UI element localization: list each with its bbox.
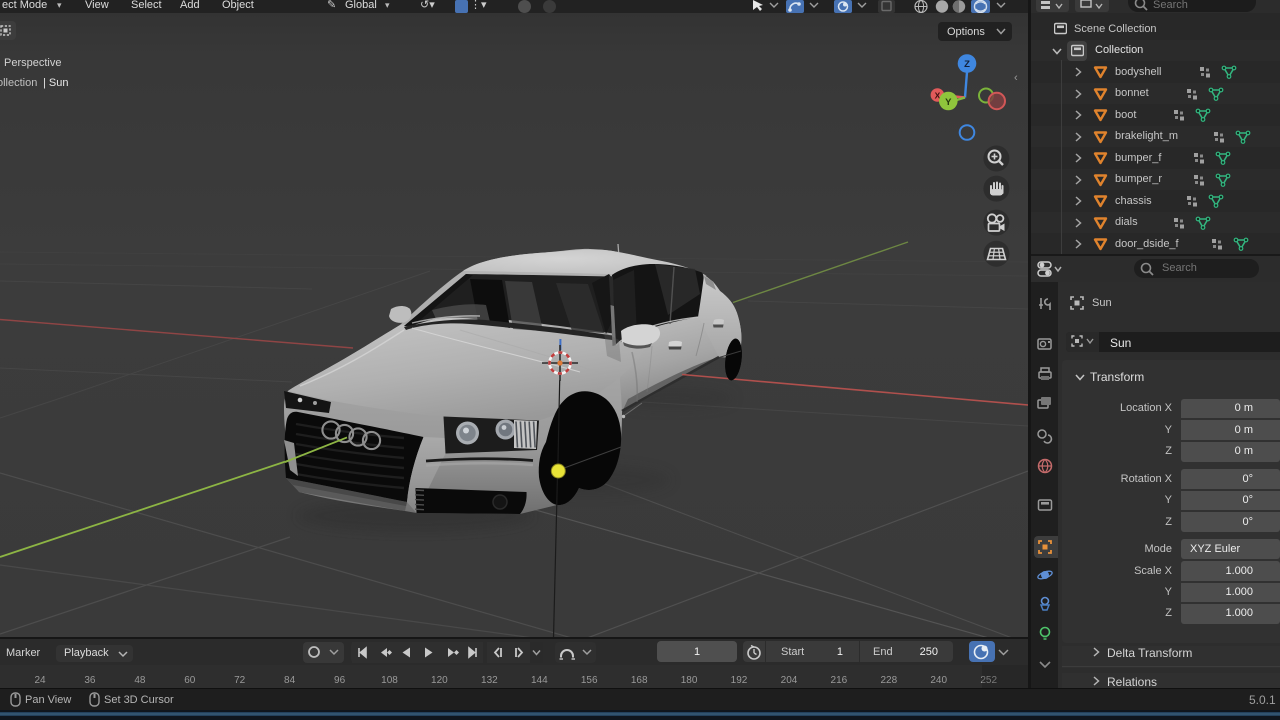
svg-text:Options: Options [947,26,985,38]
svg-text:‹: ‹ [1014,72,1018,84]
svg-text:Y: Y [945,97,952,108]
svg-text:| Sun: | Sun [43,77,69,89]
svg-text:ollection: ollection [0,77,37,89]
svg-text:Z: Z [964,59,970,70]
svg-text:Perspective: Perspective [4,57,61,69]
